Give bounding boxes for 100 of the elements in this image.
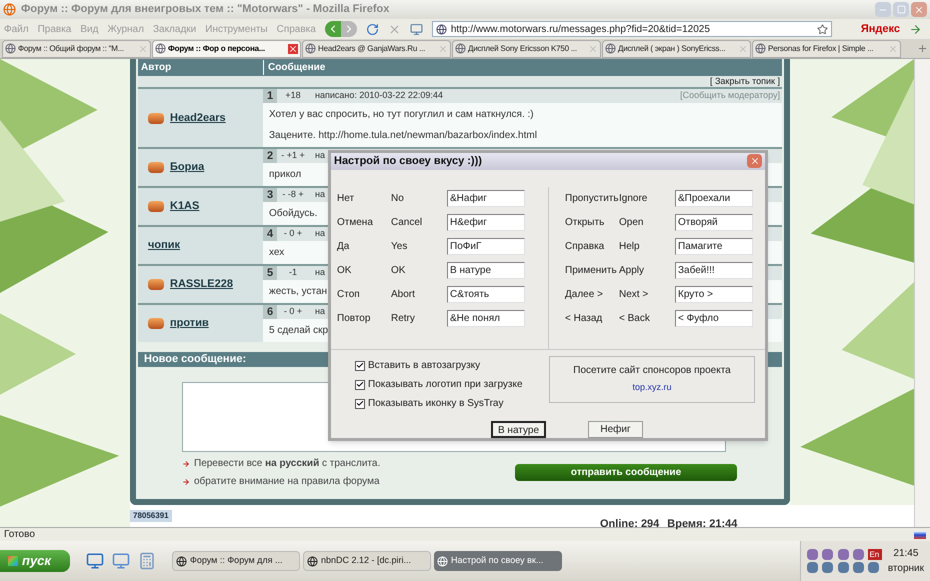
field-label: Отмена	[337, 216, 374, 230]
language-indicator[interactable]: En	[868, 549, 882, 560]
text-field[interactable]: &Проехали	[675, 190, 753, 208]
bullet-arrow-icon	[182, 460, 190, 468]
browser-tab[interactable]: Дисплей Sony Ericsson K750 ...	[452, 40, 601, 58]
author-link[interactable]: Бориа	[170, 159, 204, 176]
dialog-button[interactable]: Нефиг	[588, 421, 643, 438]
tray-icon[interactable]	[853, 549, 864, 560]
tab-site-icon	[755, 43, 766, 54]
url-text: http://www.motorwars.ru/messages.php?fid=20&tid=12025	[450, 22, 710, 36]
forward-button[interactable]	[340, 21, 357, 37]
dialog-close-button[interactable]	[747, 154, 762, 168]
start-button[interactable]: пуск	[0, 550, 70, 572]
checkbox[interactable]	[355, 380, 365, 390]
close-icon	[914, 4, 924, 14]
task-button[interactable]: nbnDC 2.12 - [dc.piri...	[303, 551, 431, 571]
field-label: Apply	[619, 264, 646, 278]
field-label: OK	[337, 264, 352, 278]
text-field[interactable]: Памагите	[675, 238, 753, 256]
post-text: хех	[269, 246, 284, 260]
tray-icon[interactable]	[807, 562, 818, 573]
post-meta: на	[315, 227, 325, 240]
browser-tab[interactable]: Форум :: Общий форум :: "M...	[2, 40, 151, 58]
post-number: 5	[263, 266, 277, 280]
close-button[interactable]	[911, 2, 927, 17]
task-button[interactable]: Форум :: Форум для ...	[172, 551, 300, 571]
tab-label: Дисплей ( экран ) SonyEricss...	[618, 42, 726, 54]
tab-site-icon	[605, 43, 616, 54]
text-field[interactable]: С&тоять	[447, 286, 525, 304]
field-label: Да	[337, 240, 350, 254]
field-label: < Назад	[565, 312, 604, 326]
text-field[interactable]: В натуре	[447, 262, 525, 280]
counter-badge: 78056391	[130, 510, 172, 522]
dialog-button[interactable]: В натуре	[491, 421, 546, 438]
tray-icon[interactable]	[822, 549, 834, 560]
sponsor-link[interactable]: top.xyz.ru	[632, 381, 672, 394]
text-field[interactable]: &Нафиг	[447, 190, 525, 208]
field-label: Yes	[391, 240, 408, 254]
author-link[interactable]: K1AS	[170, 198, 200, 215]
post-number: 1	[263, 89, 277, 103]
weekday: вторник	[888, 562, 924, 576]
author-link[interactable]: против	[170, 315, 209, 332]
back-button[interactable]	[324, 21, 341, 37]
tray-icon[interactable]	[868, 562, 880, 573]
text-field[interactable]: ПоФиГ	[447, 238, 525, 256]
tab-label: Head2ears @ GanjaWars.Ru ...	[318, 42, 426, 54]
post-meta: написано: 2010-03-22 22:09:44	[315, 89, 443, 102]
field-label: Retry	[391, 312, 416, 326]
tray-icon[interactable]	[807, 549, 818, 560]
hint-text: Перевести все на русский с транслита.	[194, 457, 380, 471]
text-field[interactable]: Отворяй	[675, 214, 753, 232]
field-label: Open	[619, 216, 644, 230]
checkbox[interactable]	[355, 360, 365, 370]
checkbox[interactable]	[355, 398, 365, 408]
calculator-icon[interactable]	[138, 552, 156, 570]
tab-close-icon[interactable]	[288, 44, 298, 54]
desktop-icon[interactable]	[86, 552, 104, 570]
field-label: No	[391, 192, 405, 206]
tray-icon[interactable]	[853, 562, 864, 573]
tray-icon[interactable]	[838, 562, 849, 573]
post-number: 6	[263, 305, 277, 319]
author-link[interactable]: чопик	[148, 237, 180, 254]
address-bar[interactable]: http://www.motorwars.ru/messages.php?fid=20&tid=12025	[432, 21, 832, 37]
new-tab-icon[interactable]	[917, 43, 928, 54]
flag-icon	[8, 556, 18, 566]
computer-icon[interactable]	[112, 552, 130, 570]
post-rating: - +1 +	[280, 149, 306, 162]
task-icon	[437, 556, 448, 566]
scrollbar[interactable]	[914, 59, 930, 527]
text-field[interactable]: < Фуфло	[675, 310, 753, 328]
reload-icon[interactable]	[366, 22, 379, 36]
language-flag-icon	[914, 530, 926, 538]
bullet-arrow-icon	[182, 478, 190, 486]
text-field[interactable]: &Не понял	[447, 310, 525, 328]
stop-icon[interactable]	[388, 22, 401, 36]
text-field[interactable]: Забей!!!	[675, 262, 753, 280]
browser-tab[interactable]: Head2ears @ GanjaWars.Ru ...	[302, 40, 451, 58]
translate-icon[interactable]	[410, 22, 423, 36]
maximize-icon	[896, 5, 906, 14]
tab-label: Дисплей Sony Ericsson K750 ...	[468, 42, 578, 54]
browser-tab[interactable]: Personas for Firefox | Simple ...	[752, 40, 901, 58]
post-meta: на	[315, 149, 325, 162]
author-link[interactable]: RASSLE228	[170, 276, 233, 293]
bookmark-star-icon[interactable]	[816, 24, 828, 34]
send-button[interactable]: отправить сообщение	[515, 464, 737, 481]
text-field[interactable]: Круто >	[675, 286, 753, 304]
column-header: Сообщение	[263, 60, 326, 75]
close-topic-link[interactable]: [ Закрыть топик ]	[710, 76, 780, 87]
tray-icon[interactable]	[822, 562, 834, 573]
task-icon	[307, 556, 318, 566]
field-label: Cancel	[391, 216, 424, 230]
text-field[interactable]: Н&ефиг	[447, 214, 525, 232]
go-icon[interactable]	[908, 22, 922, 36]
author-link[interactable]: Head2ears	[170, 110, 226, 126]
browser-tab[interactable]: Форум :: Фор о персона...	[152, 40, 301, 58]
task-button[interactable]: Настрой по своеу вк...	[434, 551, 562, 571]
browser-tab[interactable]: Дисплей ( экран ) SonyEricss...	[602, 40, 751, 58]
tray-icon[interactable]	[838, 549, 849, 560]
search-engine[interactable]: Яндекс	[860, 20, 900, 38]
post-rating: -1	[288, 266, 298, 280]
